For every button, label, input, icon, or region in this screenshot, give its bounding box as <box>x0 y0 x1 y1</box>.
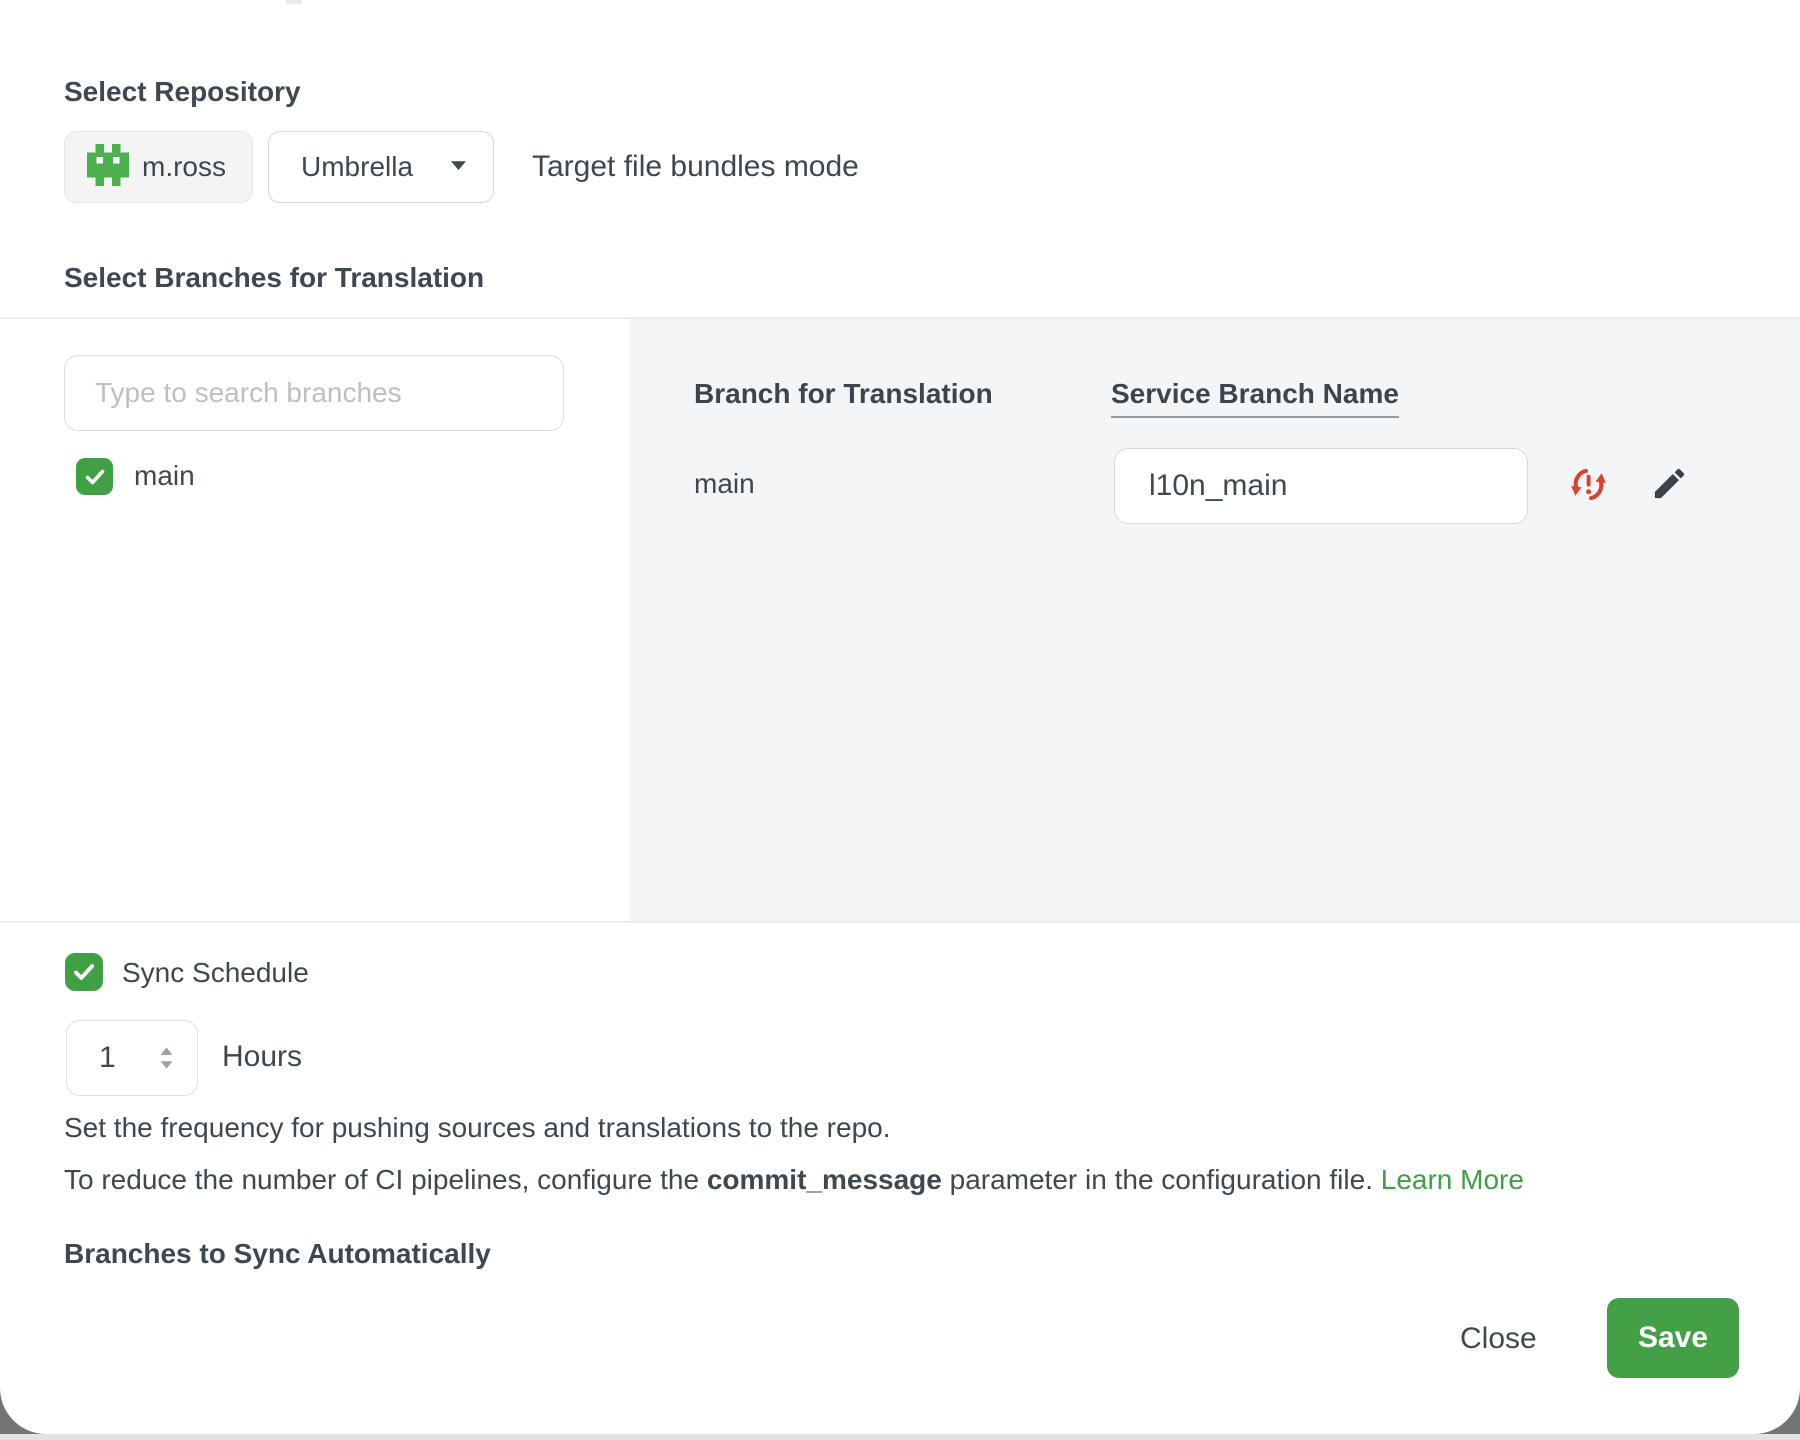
branches-auto-sync-title: Branches to Sync Automatically <box>64 1238 491 1274</box>
sync-schedule-label: Sync Schedule <box>122 957 309 989</box>
project-dropdown[interactable]: Umbrella <box>268 131 494 203</box>
repo-avatar-icon <box>87 144 129 191</box>
save-button[interactable]: Save <box>1607 1298 1739 1378</box>
commit-message-param: commit_message <box>707 1164 942 1195</box>
table-row-branch-name: main <box>694 468 755 500</box>
select-repository-title: Select Repository <box>64 76 301 108</box>
section-divider <box>0 921 1800 923</box>
branch-option-label: main <box>134 460 195 492</box>
chevron-down-icon <box>450 158 467 176</box>
service-branch-name-input[interactable] <box>1114 448 1528 524</box>
integration-settings-dialog: Select Repository <box>0 0 1800 1434</box>
close-button[interactable]: Close <box>1440 1318 1557 1360</box>
note-suffix: parameter in the configuration file. <box>942 1164 1381 1195</box>
sync-schedule-checkbox[interactable] <box>65 953 103 991</box>
repository-owner-label: m.ross <box>142 151 226 183</box>
edit-pencil-icon[interactable] <box>1650 464 1689 503</box>
learn-more-link[interactable]: Learn More <box>1381 1164 1524 1195</box>
clipped-element-remnant <box>286 0 302 4</box>
repository-row: m.ross Umbrella Target file bundles mode <box>0 131 1800 203</box>
repository-owner-chip[interactable]: m.ross <box>64 131 253 203</box>
frequency-description: Set the frequency for pushing sources an… <box>64 1112 891 1144</box>
interval-stepper <box>66 1020 198 1096</box>
interval-unit-label: Hours <box>222 1040 302 1074</box>
branch-checkbox[interactable] <box>76 458 113 495</box>
select-branches-title: Select Branches for Translation <box>64 262 484 294</box>
stepper-arrows-icon[interactable] <box>158 1045 175 1071</box>
interval-value-input[interactable] <box>99 1041 145 1075</box>
bottom-edge-strip <box>0 1434 1800 1440</box>
branch-search-input[interactable] <box>64 355 564 431</box>
column-header-branch: Branch for Translation <box>694 378 993 410</box>
project-dropdown-value: Umbrella <box>301 151 413 183</box>
note-prefix: To reduce the number of CI pipelines, co… <box>64 1164 707 1195</box>
column-header-service-branch: Service Branch Name <box>1111 378 1399 418</box>
ci-pipelines-note: To reduce the number of CI pipelines, co… <box>64 1164 1524 1196</box>
sync-error-icon[interactable] <box>1570 466 1607 503</box>
target-mode-text: Target file bundles mode <box>532 131 859 203</box>
